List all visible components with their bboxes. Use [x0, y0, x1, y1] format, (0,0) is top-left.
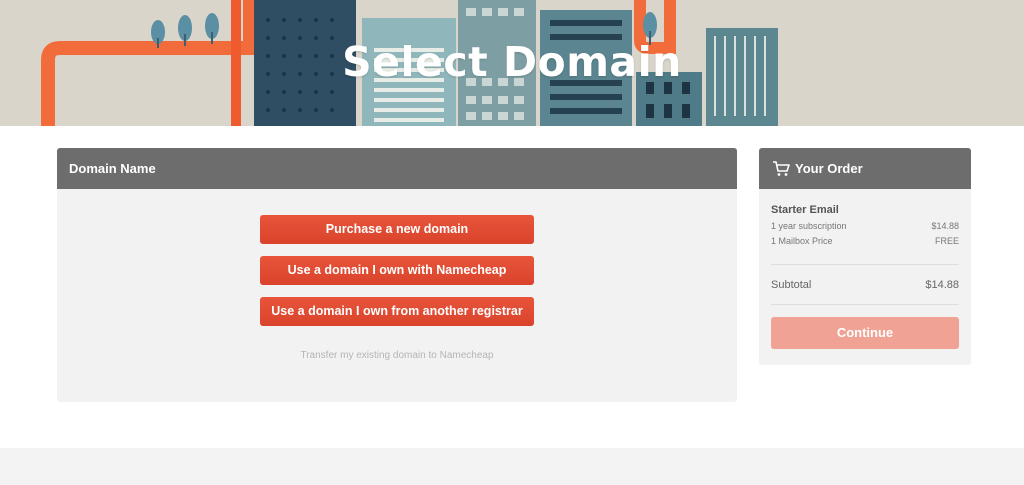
use-other-registrar-domain-button[interactable]: Use a domain I own from another registra…: [260, 297, 534, 326]
order-line-label: 1 year subscription: [771, 221, 847, 231]
order-line-value: $14.88: [931, 221, 959, 231]
main-content: Domain Name Purchase a new domain Use a …: [0, 126, 1024, 448]
subtotal-label: Subtotal: [771, 279, 812, 291]
order-item-name: Starter Email: [771, 204, 839, 216]
cart-icon: [773, 160, 790, 176]
subtotal-value: $14.88: [925, 279, 959, 291]
domain-panel: Domain Name Purchase a new domain Use a …: [57, 148, 737, 402]
order-heading-label: Your Order: [795, 161, 863, 176]
order-body: Starter Email 1 year subscription $14.88…: [759, 189, 971, 349]
order-line: 1 Mailbox Price FREE: [771, 236, 959, 246]
order-line: 1 year subscription $14.88: [771, 221, 959, 231]
subtotal-row: Subtotal $14.88: [771, 279, 959, 291]
hero-banner: Select Domain: [0, 0, 1024, 126]
page-title: Select Domain: [342, 38, 682, 86]
order-line-label: 1 Mailbox Price: [771, 236, 833, 246]
order-panel-heading: Your Order: [759, 148, 971, 189]
transfer-domain-link[interactable]: Transfer my existing domain to Namecheap: [57, 350, 737, 361]
purchase-new-domain-button[interactable]: Purchase a new domain: [260, 215, 534, 244]
continue-button[interactable]: Continue: [771, 317, 959, 349]
divider: [771, 264, 959, 265]
divider: [771, 304, 959, 305]
domain-panel-heading: Domain Name: [57, 148, 737, 189]
use-namecheap-domain-button[interactable]: Use a domain I own with Namecheap: [260, 256, 534, 285]
order-panel: Your Order Starter Email 1 year subscrip…: [759, 148, 971, 365]
order-line-value: FREE: [934, 236, 959, 246]
footer: [0, 448, 1024, 485]
